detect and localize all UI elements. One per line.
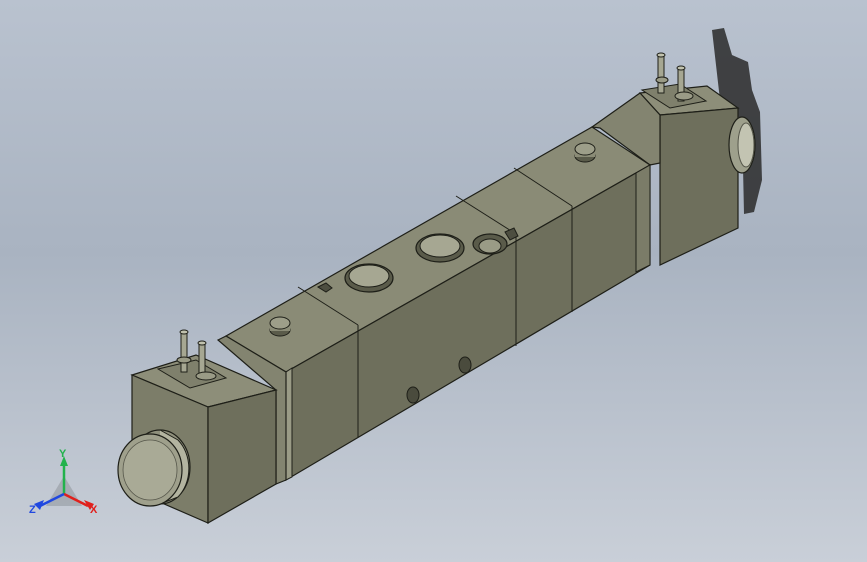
z-axis-label: Z — [29, 504, 36, 516]
right-coil-cap[interactable] — [728, 116, 756, 174]
cad-graphics-area[interactable]: Y X Z — [0, 0, 867, 562]
port-3[interactable] — [472, 233, 508, 255]
port-2[interactable] — [415, 233, 465, 263]
pilot-pin-left[interactable] — [269, 316, 291, 337]
y-axis-label: Y — [59, 448, 67, 460]
mounting-hole-1[interactable] — [406, 386, 420, 404]
pilot-pin-right[interactable] — [574, 142, 596, 163]
valve-model[interactable] — [0, 0, 867, 562]
mounting-hole-2[interactable] — [458, 356, 472, 374]
left-coil-cap[interactable] — [117, 429, 191, 507]
port-1[interactable] — [344, 263, 394, 293]
x-axis-label: X — [90, 504, 98, 516]
